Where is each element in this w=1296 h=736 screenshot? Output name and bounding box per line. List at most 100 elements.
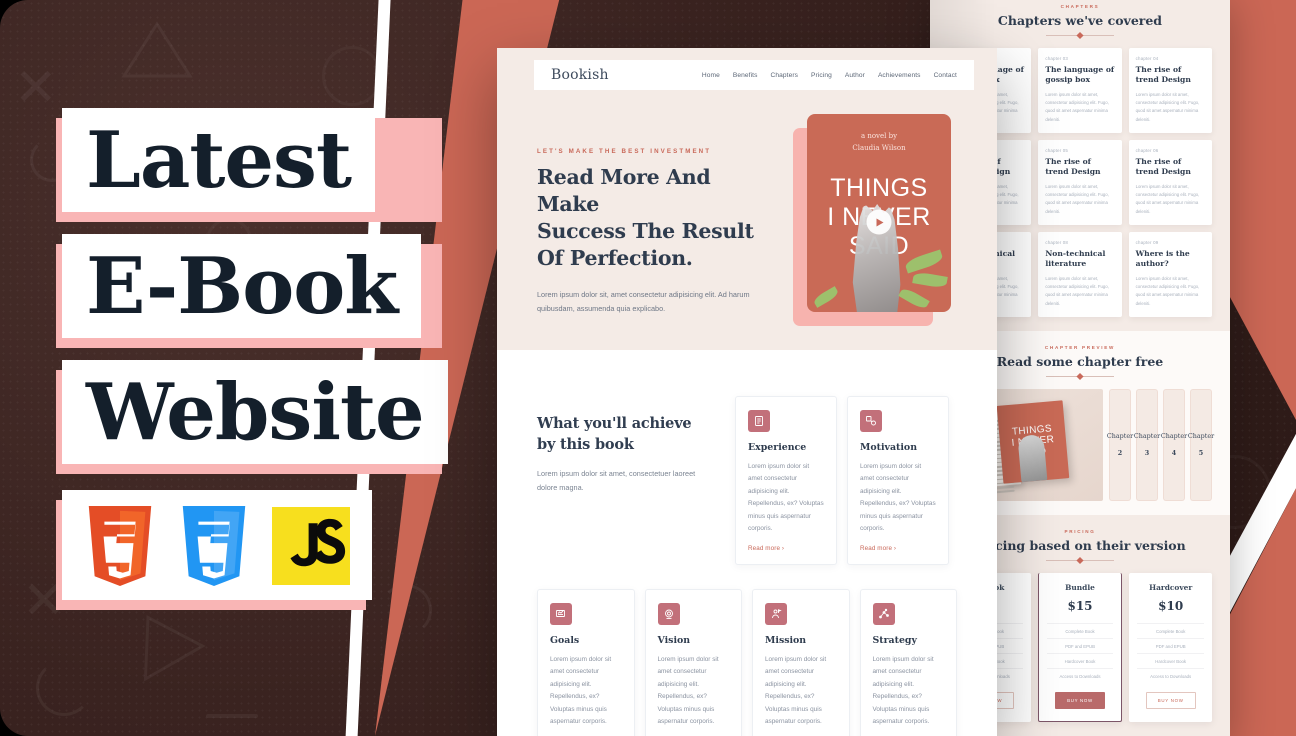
chapter-title: The language of gossip box <box>1045 65 1115 84</box>
achieve-card-motivation[interactable]: Motivation Lorem ipsum dolor sit amet co… <box>847 396 949 565</box>
document-icon <box>748 410 770 432</box>
chapter-text: Lorem ipsum dolor sit amet, consectetur … <box>1045 275 1109 306</box>
chapter-card[interactable]: chapter 08 Non-technical literature Lore… <box>1038 232 1122 317</box>
pricing-card-bundle[interactable]: Bundle $15 Complete Book PDF and EPUB Ha… <box>1037 573 1123 722</box>
card-text: Lorem ipsum dolor sit amet consectetur a… <box>765 655 827 726</box>
plan-feature: Hardcover Book <box>1137 653 1205 668</box>
book-author-name: Claudia Wilson <box>852 143 906 152</box>
headline-block: E-Book <box>56 234 448 349</box>
chapter-number: chapter 04 <box>1135 56 1159 61</box>
puzzle-icon <box>860 410 882 432</box>
read-more-link[interactable]: Read more › <box>860 545 936 552</box>
achieve-heading: What you'll achieve by this book <box>537 414 717 455</box>
read-more-link[interactable]: Read more › <box>748 545 824 552</box>
chapters-section-heading: Chapters we've covered <box>997 13 1163 28</box>
achieve-section: What you'll achieve by this book Lorem i… <box>497 350 997 565</box>
chapter-card[interactable]: chapter 05 The rise of trend Design Lore… <box>1038 140 1122 225</box>
card-text: Lorem ipsum dolor sit amet consectetur a… <box>550 655 612 726</box>
achieve-intro: What you'll achieve by this book Lorem i… <box>537 396 717 565</box>
arc-shape-icon <box>36 660 92 716</box>
chapter-tab-number: 3 <box>1144 449 1150 458</box>
hero-title-line-1: Read More And Make <box>537 165 711 217</box>
chapter-tab-number: 5 <box>1198 449 1204 458</box>
headline-block: Website <box>56 360 448 475</box>
buy-now-button[interactable]: BUY NOW <box>1055 692 1105 709</box>
chapter-title: Non-technical literature <box>1045 249 1106 268</box>
chapter-card[interactable]: chapter 09 Where is the author? Lorem ip… <box>1128 232 1212 317</box>
achieve-card-vision[interactable]: Vision Lorem ipsum dolor sit amet consec… <box>644 588 742 736</box>
headline-block: Latest <box>56 108 448 223</box>
javascript-logo-icon <box>272 507 350 586</box>
card-title: Strategy <box>872 634 917 646</box>
card-text: Lorem ipsum dolor sit amet consectetur a… <box>872 655 934 726</box>
nav-item-contact[interactable]: Contact <box>934 72 957 79</box>
nav-item-achievements[interactable]: Achievements <box>878 72 921 79</box>
hand-illustration <box>1017 434 1048 484</box>
plan-price: $10 <box>1158 599 1184 613</box>
achieve-card-goals[interactable]: Goals Lorem ipsum dolor sit amet consect… <box>537 588 635 736</box>
buy-now-button[interactable]: BUY NOW <box>1145 692 1196 709</box>
chapter-tab-word: Chapter <box>1160 432 1188 441</box>
chapter-card[interactable]: chapter 06 The rise of trend Design Lore… <box>1128 140 1212 225</box>
chapter-tab-3[interactable]: Chapter 3 <box>1133 389 1161 501</box>
book-cover-page: THINGS I NEVER SAID <box>996 400 1070 484</box>
primary-page-mockup: Bookish Home Benefits Chapters Pricing A… <box>497 48 997 736</box>
chapter-text: Lorem ipsum dolor sit amet, consectetur … <box>1045 91 1109 122</box>
chapter-number: chapter 06 <box>1135 148 1159 153</box>
plan-price: $15 <box>1067 599 1093 613</box>
chapter-card[interactable]: chapter 03 The language of gossip box Lo… <box>1038 48 1122 133</box>
pricing-card-hardcover[interactable]: Hardcover $10 Complete Book PDF and EPUB… <box>1129 573 1213 722</box>
book-byline-text: a novel by <box>860 132 898 140</box>
nav-item-home[interactable]: Home <box>702 72 720 79</box>
chapter-tab-5[interactable]: Chapter 5 <box>1188 389 1214 501</box>
chapter-title: Where is the author? <box>1135 249 1190 268</box>
achieve-card-experience[interactable]: Experience Lorem ipsum dolor sit amet co… <box>735 396 837 565</box>
poster-canvas: ✕ ✕ ✕ Latest E-Book Website <box>0 0 1296 736</box>
card-text: Lorem ipsum dolor sit amet consectetur a… <box>860 463 936 533</box>
card-text: Lorem ipsum dolor sit amet consectetur a… <box>657 655 719 726</box>
brand-logo[interactable]: Bookish <box>551 67 609 83</box>
achieve-heading-line-2: by this book <box>537 435 634 453</box>
nav-item-benefits[interactable]: Benefits <box>733 72 758 79</box>
nav-item-pricing[interactable]: Pricing <box>811 72 832 79</box>
x-shape-icon: ✕ <box>14 59 58 117</box>
achieve-card-mission[interactable]: Mission Lorem ipsum dolor sit amet conse… <box>752 588 850 736</box>
presentation-icon <box>550 602 572 625</box>
chapter-tab-number: 4 <box>1171 449 1177 458</box>
nav-item-chapters[interactable]: Chapters <box>770 72 798 79</box>
chapter-title: The rise of trend Design <box>1135 157 1191 176</box>
plan-feature: Complete Book <box>1046 623 1114 638</box>
chapter-title: The rise of trend Design <box>1045 157 1101 176</box>
plan-feature: PDF and EPUB <box>1046 638 1114 653</box>
chapter-text: Lorem ipsum dolor sit amet, consectetur … <box>1135 275 1200 306</box>
headline-line-2: E-Book <box>62 234 422 339</box>
chapter-tab-2[interactable]: Chapter 2 <box>1107 389 1133 501</box>
dash-shape-icon <box>206 714 258 718</box>
chapter-tab-number: 2 <box>1117 449 1123 458</box>
book-cover: a novel by Claudia Wilson THINGS I NEVER… <box>807 114 951 312</box>
chapter-tab-4[interactable]: Chapter 4 <box>1160 389 1188 501</box>
nav-links: Home Benefits Chapters Pricing Author Ac… <box>702 72 957 79</box>
chapter-number: chapter 09 <box>1135 240 1159 245</box>
achieve-card-strategy[interactable]: Strategy Lorem ipsum dolor sit amet cons… <box>859 588 957 736</box>
section-divider <box>1046 560 1114 561</box>
chapter-text: Lorem ipsum dolor sit amet, consectetur … <box>1045 183 1109 214</box>
chapter-title: The rise of trend Design <box>1135 65 1191 84</box>
circle-shape-icon <box>322 46 382 106</box>
book-title-line-1: THINGS <box>830 174 928 202</box>
card-title: Goals <box>550 634 580 646</box>
play-icon[interactable] <box>866 209 892 235</box>
plan-feature: Access to Downloads <box>1046 668 1114 683</box>
triangle-shape-icon <box>120 18 194 82</box>
section-divider <box>1046 376 1114 377</box>
plan-name: Hardcover <box>1149 583 1193 592</box>
chapter-card[interactable]: chapter 04 The rise of trend Design Lore… <box>1128 48 1212 133</box>
target-icon <box>657 602 680 625</box>
tech-logo-row <box>62 490 372 601</box>
plan-name: Bundle <box>1065 583 1095 592</box>
nav-item-author[interactable]: Author <box>845 72 865 79</box>
chapter-tab-word: Chapter <box>1133 432 1161 441</box>
card-title: Vision <box>657 634 691 646</box>
chapter-text: Lorem ipsum dolor sit amet, consectetur … <box>1135 91 1200 122</box>
tech-logo-block <box>56 490 372 611</box>
